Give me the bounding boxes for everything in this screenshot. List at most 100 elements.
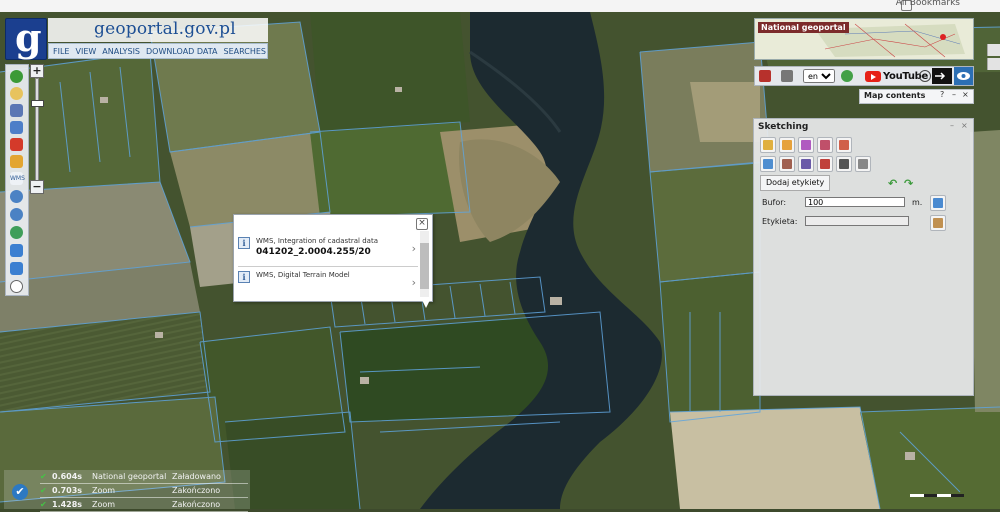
status-row: ✔ 0.604s National geoportal Załadowano [40, 472, 248, 484]
ok-check-icon: ✔ [40, 486, 47, 495]
popup-scrollbar-thumb[interactable] [420, 243, 429, 289]
status-time: 0.604s [52, 472, 83, 481]
status-time: 1.428s [52, 500, 83, 509]
logo-letter: g [15, 15, 42, 60]
close-icon[interactable]: × [962, 90, 969, 99]
youtube-play-icon [865, 70, 881, 82]
minimize-icon[interactable]: – [952, 90, 956, 99]
copy-shape-icon[interactable] [836, 156, 852, 172]
zoom-in-icon[interactable] [10, 190, 23, 203]
delete-shape-icon[interactable] [817, 156, 833, 172]
map-contents-panel[interactable]: Map contents ? – × [859, 89, 974, 104]
chevron-right-icon[interactable]: › [412, 242, 416, 255]
print-icon[interactable] [10, 138, 23, 151]
brand-text: geoportal.gov.pl [94, 19, 236, 39]
undo-icon[interactable]: ↶ [888, 177, 897, 190]
menu-file[interactable]: FILE [53, 47, 69, 56]
compass-icon[interactable] [10, 280, 23, 293]
panel-scroll-tab[interactable] [987, 58, 1000, 70]
draw-rectangle-icon[interactable] [836, 137, 852, 153]
zoom-minus-button[interactable]: − [30, 180, 44, 194]
chevron-right-icon[interactable]: › [412, 276, 416, 289]
ok-check-icon: ✔ [40, 500, 47, 509]
menu-download-data[interactable]: DOWNLOAD DATA [146, 47, 217, 56]
pencil-icon[interactable] [10, 155, 23, 168]
left-toolbar: WMS [5, 64, 29, 296]
scale-bar [910, 494, 965, 498]
popup-item-dtm[interactable]: i WMS, Digital Terrain Model › [238, 271, 418, 301]
language-select[interactable]: eng [803, 69, 835, 83]
overview-caption: National geoportal [758, 22, 849, 33]
buffer-input[interactable]: 100 [805, 197, 905, 207]
eye-shape [957, 72, 970, 80]
help-icon[interactable] [841, 70, 853, 82]
popup-item-cadastral[interactable]: i WMS, Integration of cadastral data 041… [238, 237, 418, 267]
menu-searches[interactable]: SEARCHES [223, 47, 266, 56]
high-contrast-button[interactable] [932, 68, 952, 84]
accessibility-icon[interactable] [919, 70, 931, 82]
save-icon[interactable] [759, 70, 771, 82]
zoom-slider[interactable]: + − [30, 64, 44, 194]
status-name: National geoportal [92, 472, 167, 481]
redo-icon[interactable]: ↷ [904, 177, 913, 190]
draw-line-icon[interactable] [779, 137, 795, 153]
select-icon[interactable] [10, 121, 23, 134]
sketching-panel: Sketching – × Dodaj etykiety ↶ ↷ Bufor: … [753, 118, 974, 396]
status-state: Załadowano [172, 472, 221, 481]
status-state: Zakończono [172, 486, 221, 495]
zoom-track[interactable] [35, 78, 39, 182]
draw-polygon-icon[interactable] [817, 137, 833, 153]
export-shape-icon[interactable] [855, 156, 871, 172]
status-row: ✔ 0.703s Zoom Zakończono [40, 486, 248, 498]
status-name: Zoom [92, 500, 116, 509]
arrow-right-icon [935, 72, 946, 80]
all-bookmarks-link[interactable]: All Bookmarks [896, 0, 960, 8]
popup-item-source: WMS, Integration of cadastral data [256, 237, 378, 245]
apply-label-icon[interactable] [930, 215, 946, 231]
edit-shape-icon[interactable] [760, 156, 776, 172]
draw-point-icon[interactable] [760, 137, 776, 153]
label-input[interactable] [805, 216, 909, 226]
popup-divider [238, 266, 418, 267]
main-menu: FILE VIEW ANALYSIS DOWNLOAD DATA SEARCHE… [48, 43, 268, 59]
layers-icon[interactable] [10, 104, 23, 117]
ok-check-icon: ✔ [40, 472, 47, 481]
move-shape-icon[interactable] [779, 156, 795, 172]
help-icon[interactable]: ? [940, 90, 944, 99]
sketching-title: Sketching [758, 122, 809, 132]
brand-banner: geoportal.gov.pl [48, 18, 268, 42]
panel-scroll-tab[interactable] [987, 44, 1000, 56]
feature-info-popup: × i WMS, Integration of cadastral data 0… [233, 214, 433, 308]
zoom-out-icon[interactable] [10, 208, 23, 221]
label-label: Etykieta: [762, 217, 798, 226]
status-row: ✔ 1.428s Zoom Zakończono [40, 500, 248, 512]
close-icon[interactable]: × [961, 122, 969, 130]
draw-polyline-icon[interactable] [798, 137, 814, 153]
map-contents-title: Map contents [864, 91, 926, 100]
eye-icon[interactable] [954, 67, 973, 85]
back-arrow-icon[interactable] [10, 244, 23, 257]
status-time: 0.703s [52, 486, 83, 495]
geoportal-logo[interactable]: g [5, 15, 47, 60]
measure-icon[interactable] [10, 87, 23, 100]
globe-icon[interactable] [10, 226, 23, 239]
right-toolbar: eng YouTube [754, 66, 974, 86]
zoom-thumb[interactable] [31, 100, 44, 107]
popup-item-source: WMS, Digital Terrain Model [256, 271, 350, 279]
forward-arrow-icon[interactable] [10, 262, 23, 275]
status-state: Zakończono [172, 500, 221, 509]
printer-icon[interactable] [781, 70, 793, 82]
status-panel: ✔ ✔ 0.604s National geoportal Załadowano… [4, 470, 250, 512]
popup-close-button[interactable]: × [416, 218, 428, 230]
apply-buffer-icon[interactable] [930, 195, 946, 211]
overview-map[interactable]: National geoportal [754, 18, 974, 60]
minimize-icon[interactable]: – [950, 122, 958, 130]
zoom-plus-button[interactable]: + [30, 64, 44, 78]
wms-icon[interactable]: WMS [10, 172, 25, 185]
menu-view[interactable]: VIEW [75, 47, 96, 56]
info-icon: i [238, 237, 250, 249]
add-labels-button[interactable]: Dodaj etykiety [760, 175, 831, 191]
info-icon[interactable] [10, 70, 23, 83]
menu-analysis[interactable]: ANALYSIS [102, 47, 140, 56]
measure-line-icon[interactable] [798, 156, 814, 172]
